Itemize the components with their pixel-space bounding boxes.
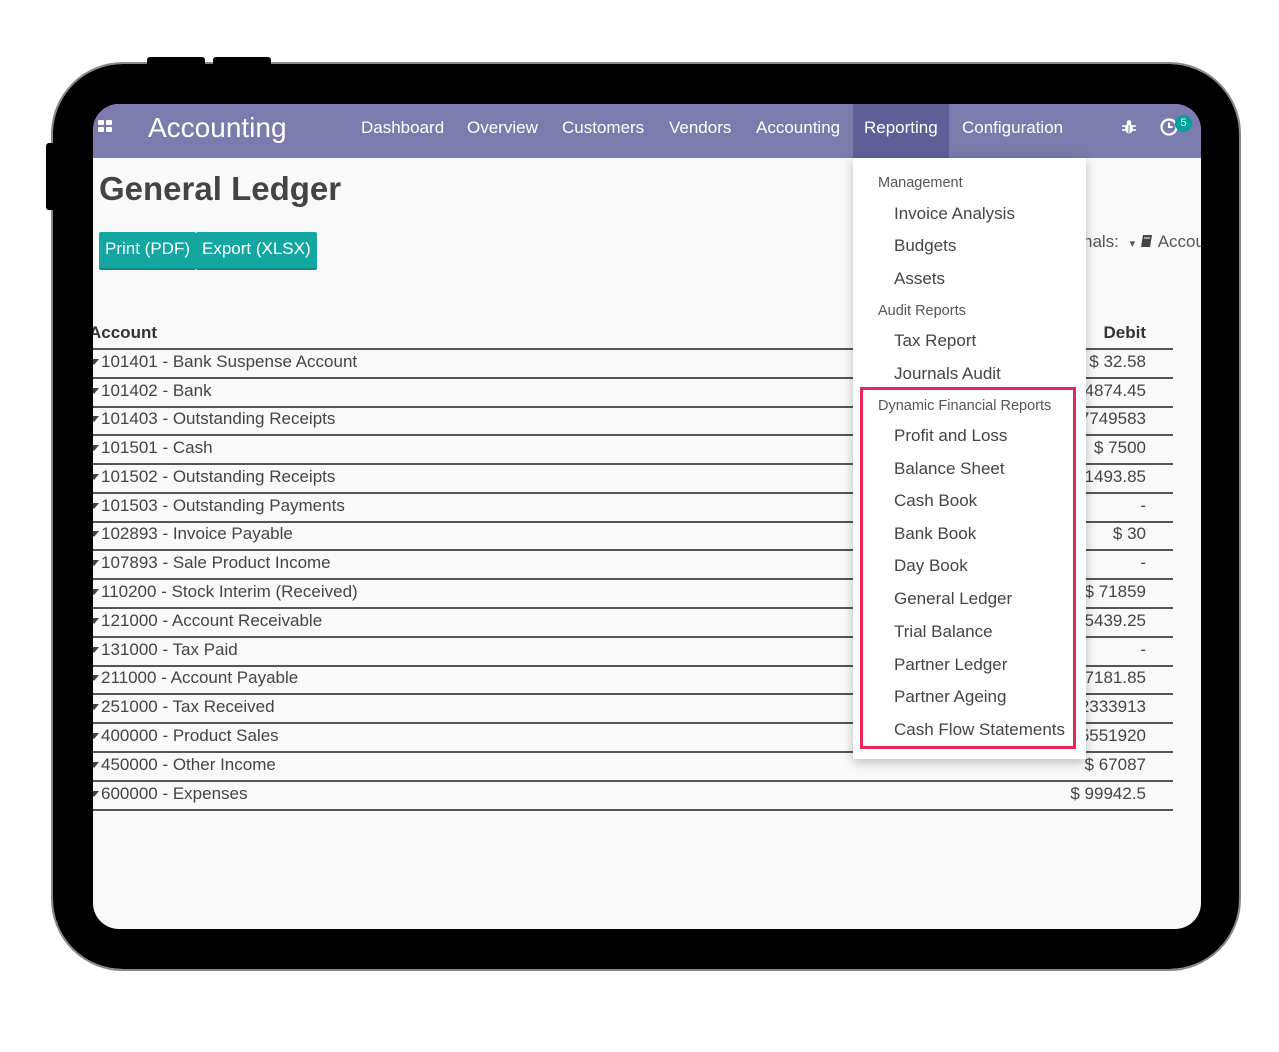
nav-reporting[interactable]: Reporting — [853, 104, 949, 158]
menu-item-assets[interactable]: Assets — [894, 269, 945, 289]
column-header-account[interactable]: Account — [93, 323, 157, 343]
expand-caret-icon[interactable] — [93, 762, 99, 768]
expand-caret-icon[interactable] — [93, 675, 99, 681]
table-row[interactable]: 600000 - Expenses $ 99942.5 — [93, 782, 1173, 811]
journals-filter-label: nals: — [1083, 232, 1119, 251]
menu-item-tax-report[interactable]: Tax Report — [894, 331, 976, 351]
expand-caret-icon[interactable] — [93, 416, 99, 422]
row-debit: 2333913 — [1079, 697, 1146, 716]
row-account: 101501 - Cash — [101, 438, 213, 457]
expand-caret-icon[interactable] — [93, 531, 99, 537]
dropdown-header-audit-reports: Audit Reports — [878, 303, 966, 319]
expand-caret-icon[interactable] — [93, 733, 99, 739]
export-xlsx-button[interactable]: Export (XLSX) — [196, 232, 317, 270]
expand-caret-icon[interactable] — [93, 704, 99, 710]
nav-overview[interactable]: Overview — [456, 104, 549, 158]
activity-count-badge: 5 — [1175, 115, 1192, 132]
menu-item-journals-audit[interactable]: Journals Audit — [894, 364, 1001, 384]
expand-caret-icon[interactable] — [93, 647, 99, 653]
journals-filter[interactable]: nals: ▾ Accou — [1083, 232, 1201, 252]
column-header-debit[interactable]: Debit — [1104, 323, 1147, 343]
row-debit: $ 30 — [1112, 524, 1146, 543]
row-account: 101401 - Bank Suspense Account — [101, 352, 358, 371]
row-debit: 1493.85 — [1084, 467, 1146, 486]
row-account: 450000 - Other Income — [101, 755, 276, 774]
expand-caret-icon[interactable] — [93, 560, 99, 566]
expand-caret-icon[interactable] — [93, 791, 99, 797]
dropdown-header-management: Management — [878, 175, 963, 191]
dynamic-reports-highlight — [860, 387, 1076, 749]
row-account: 101503 - Outstanding Payments — [101, 496, 345, 515]
menu-item-budgets[interactable]: Budgets — [894, 236, 956, 256]
row-debit: $ 67087 — [1084, 755, 1146, 774]
menu-item-invoice-analysis[interactable]: Invoice Analysis — [894, 204, 1015, 224]
row-debit: $ 7500 — [1094, 438, 1146, 457]
print-pdf-button[interactable]: Print (PDF) — [99, 232, 196, 270]
row-debit: - — [1140, 496, 1146, 515]
expand-caret-icon[interactable] — [93, 474, 99, 480]
app-name[interactable]: Accounting — [148, 112, 287, 144]
row-account: 101402 - Bank — [101, 381, 212, 400]
caret-down-icon: ▾ — [1129, 238, 1136, 250]
row-debit: 4874.45 — [1084, 381, 1146, 400]
top-navbar: Accounting Dashboard Overview Customers … — [93, 104, 1201, 158]
row-debit: 7181.85 — [1084, 668, 1146, 687]
row-account: 131000 - Tax Paid — [101, 640, 238, 659]
page-title: General Ledger — [99, 170, 342, 207]
row-debit: $ 32.58 — [1089, 352, 1146, 371]
row-debit: 5551920 — [1079, 726, 1146, 745]
nav-accounting[interactable]: Accounting — [745, 104, 851, 158]
book-icon — [1140, 235, 1152, 247]
row-debit: 7749583 — [1079, 409, 1146, 428]
row-account: 400000 - Product Sales — [101, 726, 279, 745]
expand-caret-icon[interactable] — [93, 503, 99, 509]
row-debit: - — [1140, 640, 1146, 659]
expand-caret-icon[interactable] — [93, 445, 99, 451]
row-debit: 5439.25 — [1084, 611, 1146, 630]
row-account: 110200 - Stock Interim (Received) — [101, 582, 358, 601]
expand-caret-icon[interactable] — [93, 618, 99, 624]
nav-configuration[interactable]: Configuration — [951, 104, 1074, 158]
row-account: 102893 - Invoice Payable — [101, 524, 293, 543]
row-account: 101502 - Outstanding Receipts — [101, 467, 336, 486]
screen: Accounting Dashboard Overview Customers … — [93, 104, 1201, 929]
nav-dashboard[interactable]: Dashboard — [350, 104, 455, 158]
nav-customers[interactable]: Customers — [551, 104, 655, 158]
row-debit: $ 71859 — [1084, 582, 1146, 601]
expand-caret-icon[interactable] — [93, 589, 99, 595]
row-account: 251000 - Tax Received — [101, 697, 275, 716]
apps-grid-icon[interactable] — [98, 120, 114, 134]
row-account: 101403 - Outstanding Receipts — [101, 409, 336, 428]
row-debit: $ 99942.5 — [1070, 784, 1146, 803]
row-account: 107893 - Sale Product Income — [101, 553, 331, 572]
expand-caret-icon[interactable] — [93, 388, 99, 394]
journals-filter-value: Accou — [1157, 232, 1201, 251]
expand-caret-icon[interactable] — [93, 359, 99, 365]
nav-vendors[interactable]: Vendors — [658, 104, 742, 158]
bug-icon[interactable] — [1120, 118, 1138, 136]
row-account: 211000 - Account Payable — [101, 668, 299, 687]
row-debit: - — [1140, 553, 1146, 572]
row-account: 600000 - Expenses — [101, 784, 248, 803]
row-account: 121000 - Account Receivable — [101, 611, 323, 630]
